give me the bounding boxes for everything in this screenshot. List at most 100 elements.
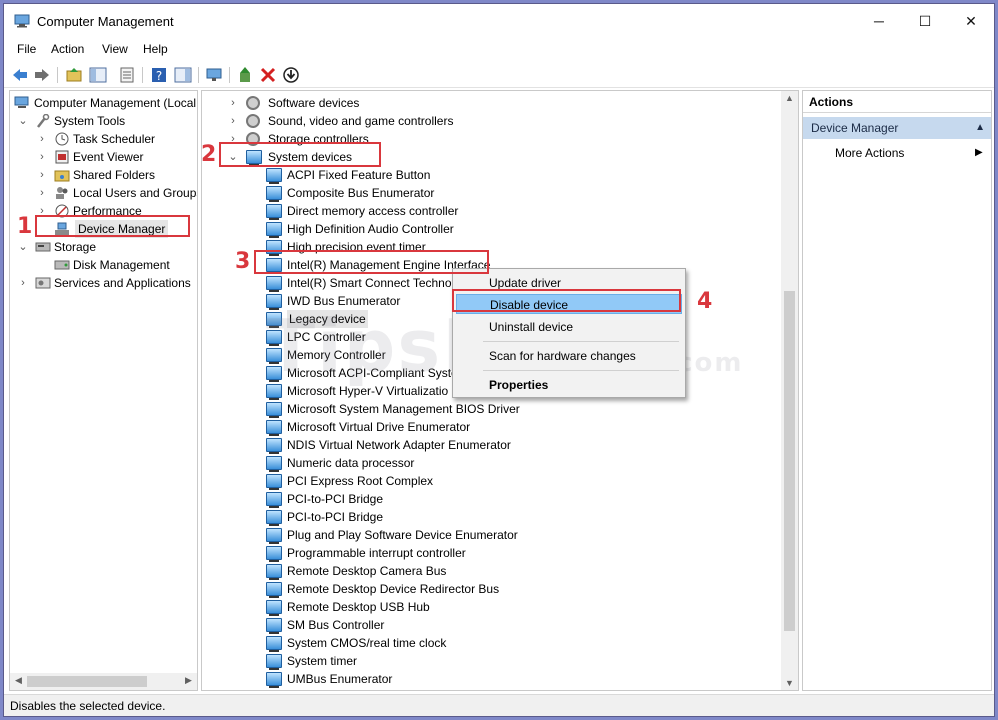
- submenu-arrow-icon[interactable]: ▶: [975, 147, 983, 158]
- chevron-right-icon[interactable]: ›: [37, 184, 47, 202]
- annotation-box-2: [219, 142, 381, 167]
- device-label: UMBus Enumerator: [287, 672, 393, 686]
- scroll-left-icon[interactable]: ◀: [10, 675, 27, 686]
- scroll-up-icon[interactable]: ▲: [781, 93, 798, 103]
- device-icon: [266, 402, 282, 418]
- title-bar: Computer Management ─ ☐ ✕: [4, 4, 994, 38]
- chevron-right-icon[interactable]: ›: [37, 166, 47, 184]
- tree-label: Computer Management (Local: [34, 96, 197, 110]
- annotation-number-1: 1: [17, 214, 33, 239]
- chevron-right-icon[interactable]: ›: [228, 112, 238, 130]
- shared-folder-icon: [54, 170, 70, 182]
- context-separator: [483, 370, 679, 371]
- toolbar: ?: [4, 62, 994, 88]
- device-label: Microsoft Virtual Drive Enumerator: [287, 420, 471, 434]
- properties-icon[interactable]: [118, 66, 136, 84]
- clock-icon: [55, 132, 69, 146]
- chevron-right-icon[interactable]: ›: [228, 94, 238, 112]
- context-separator: [483, 341, 679, 342]
- device-icon: [266, 312, 282, 328]
- scrollbar-thumb[interactable]: [27, 676, 147, 687]
- chevron-down-icon[interactable]: ⌄: [18, 112, 28, 130]
- chevron-right-icon[interactable]: ›: [18, 274, 28, 292]
- device-icon: [266, 600, 282, 616]
- scroll-down-icon[interactable]: ▼: [781, 678, 798, 688]
- device-label: IWD Bus Enumerator: [287, 294, 401, 308]
- computer-management-window: Computer Management ─ ☐ ✕ File Action Vi…: [3, 3, 995, 717]
- device-icon: [266, 276, 282, 292]
- device-label: SM Bus Controller: [287, 618, 385, 632]
- close-button[interactable]: ✕: [948, 4, 994, 38]
- minimize-button[interactable]: ─: [856, 4, 902, 38]
- context-uninstall-device[interactable]: Uninstall device: [456, 317, 682, 337]
- actions-section-device-manager[interactable]: Device Manager ▲: [803, 117, 991, 139]
- scroll-right-icon[interactable]: ▶: [180, 675, 197, 686]
- toolbar-separator: [229, 67, 230, 83]
- disk-icon: [54, 260, 70, 270]
- device-label: Legacy device: [287, 310, 368, 328]
- device-vertical-scrollbar[interactable]: ▲ ▼: [781, 91, 798, 690]
- menu-action[interactable]: Action: [51, 42, 84, 56]
- event-viewer-icon: [55, 150, 69, 164]
- device-label: Composite Bus Enumerator: [287, 186, 435, 200]
- device-icon: [266, 420, 282, 436]
- device-label: LPC Controller: [287, 330, 366, 344]
- show-hide-tree-icon[interactable]: [89, 66, 107, 84]
- toolbar-separator: [57, 67, 58, 83]
- device-icon: [266, 654, 282, 670]
- back-arrow-icon[interactable]: [11, 66, 29, 84]
- menu-file[interactable]: File: [17, 42, 36, 56]
- download-circle-icon[interactable]: [282, 66, 300, 84]
- device-label: Direct memory access controller: [287, 204, 459, 218]
- left-horizontal-scrollbar[interactable]: ◀ ▶: [10, 673, 197, 690]
- menu-view[interactable]: View: [102, 42, 128, 56]
- context-scan-hardware[interactable]: Scan for hardware changes: [456, 346, 682, 366]
- chevron-down-icon[interactable]: ⌄: [18, 238, 28, 256]
- actions-pane: Actions Device Manager ▲ More Actions ▶: [802, 90, 992, 691]
- toolbar-separator: [142, 67, 143, 83]
- device-category-label: Software devices: [268, 96, 360, 110]
- toolbar-separator: [198, 67, 199, 83]
- category-icon: [246, 96, 260, 110]
- users-icon: [56, 187, 68, 199]
- device-icon: [266, 330, 282, 346]
- device-icon: [266, 564, 282, 580]
- device-icon: [266, 366, 282, 382]
- console-tree-pane: Computer Management (Local ⌄ System Tool…: [9, 90, 198, 691]
- device-icon: [266, 438, 282, 454]
- annotation-box-4: [452, 289, 681, 312]
- computer-icon: [14, 96, 29, 108]
- device-icon: [266, 618, 282, 634]
- device-icon: [266, 294, 282, 310]
- menu-help[interactable]: Help: [143, 42, 168, 56]
- device-icon: [266, 186, 282, 202]
- scrollbar-thumb[interactable]: [784, 291, 795, 631]
- forward-arrow-icon[interactable]: [33, 66, 51, 84]
- context-properties[interactable]: Properties: [456, 375, 682, 395]
- update-driver-icon[interactable]: [236, 66, 254, 84]
- tree-label: Task Scheduler: [73, 132, 156, 146]
- device-label: Remote Desktop Device Redirector Bus: [287, 582, 500, 596]
- monitor-icon[interactable]: [205, 66, 223, 84]
- collapse-up-icon[interactable]: ▲: [975, 117, 985, 139]
- device-label: PCI Express Root Complex: [287, 474, 434, 488]
- computer-management-icon: [14, 14, 30, 28]
- device-label: Plug and Play Software Device Enumerator: [287, 528, 518, 542]
- show-action-pane-icon[interactable]: [174, 66, 192, 84]
- help-icon[interactable]: ?: [150, 66, 168, 84]
- up-folder-icon[interactable]: [65, 66, 83, 84]
- device-label: Memory Controller: [287, 348, 386, 362]
- window-title: Computer Management: [37, 14, 174, 29]
- chevron-right-icon[interactable]: ›: [37, 148, 47, 166]
- annotation-number-4: 4: [697, 289, 713, 314]
- device-label: Microsoft ACPI-Compliant Syste: [287, 366, 458, 380]
- uninstall-x-icon[interactable]: [259, 66, 277, 84]
- annotation-number-3: 3: [235, 249, 251, 274]
- chevron-right-icon[interactable]: ›: [37, 130, 47, 148]
- more-actions-item[interactable]: More Actions: [835, 143, 904, 163]
- device-icon: [266, 510, 282, 526]
- services-icon: [35, 277, 51, 289]
- maximize-button[interactable]: ☐: [902, 4, 948, 38]
- device-icon: [266, 672, 282, 688]
- device-label: Remote Desktop Camera Bus: [287, 564, 447, 578]
